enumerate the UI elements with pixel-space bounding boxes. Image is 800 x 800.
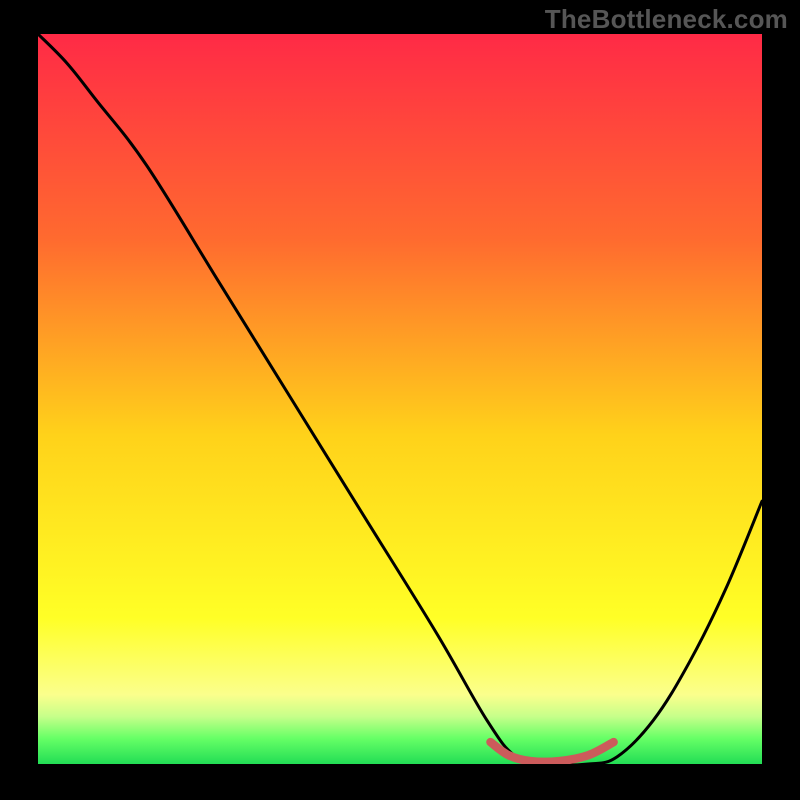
bottleneck-chart <box>0 0 800 800</box>
watermark-text: TheBottleneck.com <box>545 4 788 35</box>
plot-background <box>38 34 762 764</box>
